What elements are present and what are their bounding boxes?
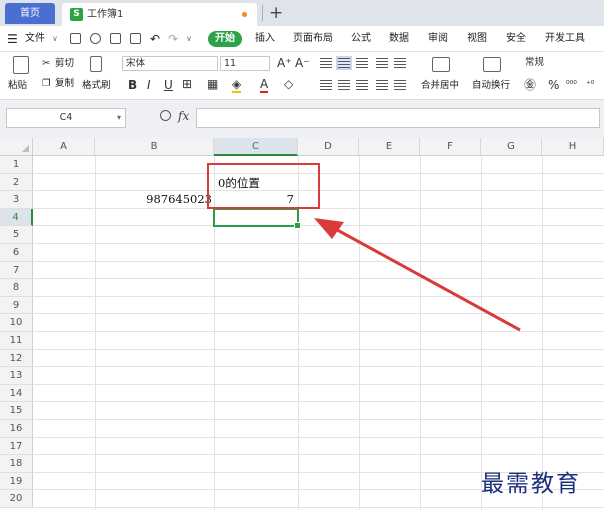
align-middle-icon[interactable] <box>336 56 352 70</box>
clear-format-icon[interactable]: ◇ <box>284 77 293 91</box>
menu-security[interactable]: 安全 <box>506 26 526 52</box>
save-icon[interactable] <box>70 33 81 44</box>
tab-separator <box>262 5 263 21</box>
menu-data[interactable]: 数据 <box>389 26 409 52</box>
wrap-text-icon[interactable] <box>483 57 501 72</box>
indent-increase-icon[interactable] <box>394 58 406 68</box>
font-name-value: 宋体 <box>126 58 146 69</box>
tab-home[interactable]: 首页 <box>5 3 55 24</box>
spreadsheet-grid[interactable]: A B C D E F G H 1 2 3 4 5 6 7 8 9 10 11 12 13 14 15 16 1… <box>0 138 604 510</box>
italic-button[interactable]: I <box>147 78 151 92</box>
indent-decrease-icon[interactable] <box>376 58 388 68</box>
bold-button[interactable]: B <box>128 78 137 92</box>
menu-page-layout[interactable]: 页面布局 <box>293 26 333 52</box>
number-format-select[interactable]: 常规 <box>522 56 602 71</box>
menu-bar: ☰ 文件 ∨ ↶ ↷ ∨ 开始 插入 页面布局 公式 数据 审阅 视图 安全 开… <box>0 26 604 52</box>
menu-start[interactable]: 开始 <box>208 31 242 47</box>
align-bottom-icon[interactable] <box>356 58 368 68</box>
new-tab-button[interactable]: + <box>269 2 283 24</box>
cut-button[interactable]: 剪切 <box>55 57 74 71</box>
print-icon[interactable] <box>110 33 121 44</box>
undo-icon[interactable]: ↶ <box>150 26 160 52</box>
formula-bar: C4 ▾ fx <box>0 100 604 138</box>
unsaved-dot-icon <box>242 12 247 17</box>
redo-icon[interactable]: ↷ <box>168 26 178 52</box>
align-center-icon[interactable] <box>338 80 350 90</box>
name-box-chevron-icon[interactable]: ▾ <box>117 109 121 127</box>
align-top-icon[interactable] <box>320 58 332 68</box>
font-name-select[interactable]: 宋体 <box>122 56 218 71</box>
paste-button[interactable]: 粘贴 <box>8 79 27 93</box>
paste-icon[interactable] <box>13 56 29 74</box>
tab-bar: 首页 S 工作簿1 + <box>0 0 604 26</box>
export-icon[interactable] <box>90 33 101 44</box>
thousands-separator-icon[interactable]: ⁰⁰⁰ <box>566 78 577 92</box>
document-title: 工作簿1 <box>87 9 124 20</box>
cell-fill-icon[interactable]: ▦ <box>207 77 218 91</box>
formula-input[interactable] <box>196 108 600 128</box>
name-box-value: C4 <box>59 112 73 123</box>
fill-color-icon[interactable]: ◈ <box>232 77 242 93</box>
percent-button[interactable]: % <box>548 78 559 92</box>
menu-review[interactable]: 审阅 <box>428 26 448 52</box>
font-size-select[interactable]: 11 <box>220 56 270 71</box>
watermark-logo: 最需教育 <box>481 471 581 497</box>
decimal-icon[interactable]: ⁺⁰ <box>586 78 594 92</box>
quick-access-chevron-icon[interactable]: ∨ <box>186 26 192 52</box>
menu-developer[interactable]: 开发工具 <box>545 26 585 52</box>
menu-formulas[interactable]: 公式 <box>351 26 371 52</box>
name-box[interactable]: C4 ▾ <box>6 108 126 128</box>
currency-icon[interactable]: ㊎ <box>524 78 536 92</box>
justify-icon[interactable] <box>376 80 388 90</box>
menu-view[interactable]: 视图 <box>467 26 487 52</box>
print-preview-icon[interactable] <box>130 33 141 44</box>
format-painter-icon[interactable] <box>90 56 102 72</box>
spreadsheet-icon: S <box>70 8 83 21</box>
align-right-icon[interactable] <box>356 80 368 90</box>
menu-file[interactable]: 文件 <box>25 26 45 52</box>
menu-insert[interactable]: 插入 <box>255 26 275 52</box>
tab-document[interactable]: S 工作簿1 <box>62 3 257 26</box>
insert-function-button[interactable]: fx <box>178 109 189 123</box>
ribbon: 粘贴 ✂ 剪切 ❐ 复制 格式刷 宋体 11 A⁺ A⁻ B I U ⊞ ▦ ◈… <box>0 52 604 100</box>
copy-icon[interactable]: ❐ <box>42 77 51 91</box>
copy-button[interactable]: 复制 <box>55 77 74 91</box>
font-size-value: 11 <box>224 58 237 69</box>
chevron-down-icon[interactable]: ∨ <box>52 26 58 52</box>
format-painter-button[interactable]: 格式刷 <box>82 79 111 93</box>
wrap-text-button[interactable]: 自动换行 <box>472 79 510 93</box>
align-left-icon[interactable] <box>320 80 332 90</box>
distributed-icon[interactable] <box>394 80 406 90</box>
magnifier-icon[interactable] <box>160 110 171 121</box>
underline-button[interactable]: U <box>164 78 173 92</box>
font-color-icon[interactable]: A <box>260 77 269 93</box>
scissors-icon[interactable]: ✂ <box>42 57 50 71</box>
annotation-arrow <box>314 218 521 332</box>
merge-center-icon[interactable] <box>432 57 450 72</box>
increase-font-icon[interactable]: A⁺ <box>277 56 292 70</box>
merge-center-button[interactable]: 合并居中 <box>421 79 459 93</box>
border-icon[interactable]: ⊞ <box>182 77 192 91</box>
decrease-font-icon[interactable]: A⁻ <box>295 56 310 70</box>
number-format-value: 常规 <box>525 57 545 68</box>
hamburger-icon[interactable]: ☰ <box>7 26 18 52</box>
